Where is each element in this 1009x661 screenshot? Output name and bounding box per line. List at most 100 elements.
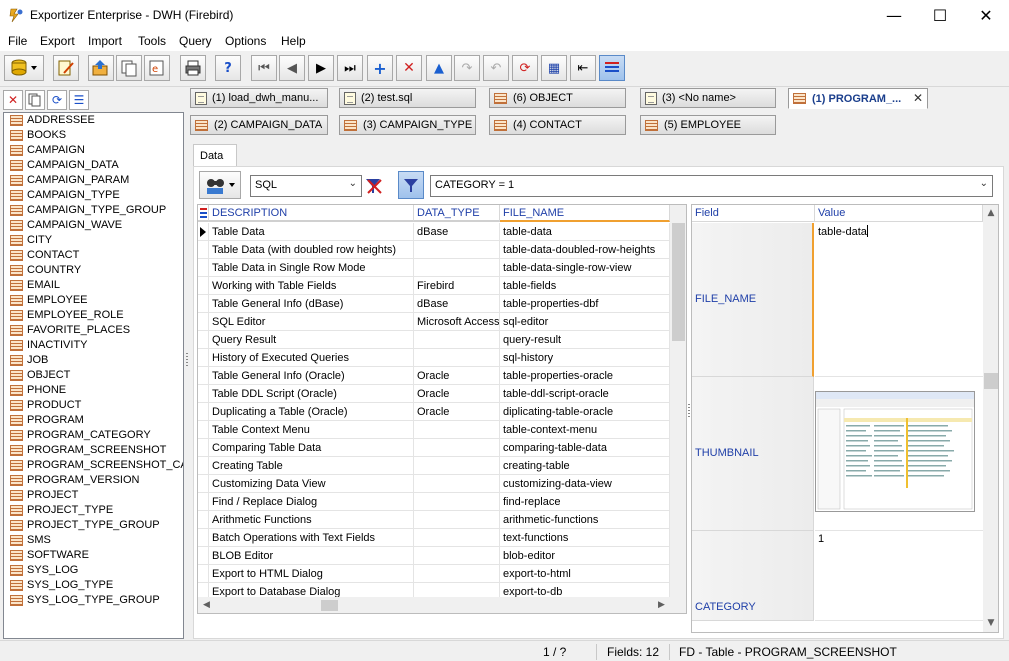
- tab-document[interactable]: (2) test.sql: [339, 88, 476, 108]
- tab-document[interactable]: (3) <No name>: [640, 88, 776, 108]
- table-cell[interactable]: History of Executed Queries: [209, 349, 414, 367]
- table-cell[interactable]: [414, 331, 500, 349]
- tab-data[interactable]: Data: [193, 144, 237, 166]
- table-row[interactable]: Creating Table creating-table: [198, 457, 670, 475]
- left-splitter[interactable]: [184, 88, 190, 639]
- fit-columns-button[interactable]: ⇤: [570, 55, 596, 81]
- delete-record-button[interactable]: ✕: [396, 55, 422, 81]
- detail-vscroll-thumb[interactable]: [984, 373, 998, 389]
- table-row[interactable]: Batch Operations with Text Fields text-fu…: [198, 529, 670, 547]
- row-indicator[interactable]: [198, 529, 209, 547]
- table-list-item[interactable]: CONTACT: [4, 248, 183, 263]
- first-record-button[interactable]: ⏮: [251, 55, 277, 81]
- table-list-item[interactable]: CAMPAIGN_WAVE: [4, 218, 183, 233]
- table-list-item[interactable]: PROGRAM_SCREENSHOT: [4, 443, 183, 458]
- table-row[interactable]: Table Data in Single Row Mode table-data-…: [198, 259, 670, 277]
- row-indicator[interactable]: [198, 367, 209, 385]
- row-indicator[interactable]: [198, 511, 209, 529]
- table-row[interactable]: Comparing Table Data comparing-table-data: [198, 439, 670, 457]
- table-cell[interactable]: [414, 259, 500, 277]
- table-cell[interactable]: Oracle: [414, 385, 500, 403]
- table-row[interactable]: History of Executed Queries sql-history: [198, 349, 670, 367]
- close-tab-icon[interactable]: ✕: [913, 91, 923, 105]
- table-cell[interactable]: Comparing Table Data: [209, 439, 414, 457]
- edit-record-button[interactable]: ▲: [426, 55, 452, 81]
- table-list-item[interactable]: PROGRAM_SCREENSHOT_CATE: [4, 458, 183, 473]
- table-list-item[interactable]: CITY: [4, 233, 183, 248]
- table-row[interactable]: Table Data dBase table-data: [198, 223, 670, 241]
- table-list-item[interactable]: FAVORITE_PLACES: [4, 323, 183, 338]
- next-record-button[interactable]: ▶: [308, 55, 334, 81]
- table-row[interactable]: Customizing Data View customizing-data-vi…: [198, 475, 670, 493]
- edit-button[interactable]: [53, 55, 79, 81]
- column-header-file-name[interactable]: FILE_NAME: [500, 205, 670, 222]
- table-row[interactable]: Table General Info (Oracle) Oracle table-p…: [198, 367, 670, 385]
- last-record-button[interactable]: ⏭: [337, 55, 363, 81]
- row-indicator[interactable]: [198, 313, 209, 331]
- row-indicator[interactable]: [198, 223, 209, 241]
- grid-hscroll-thumb[interactable]: [321, 600, 338, 611]
- table-cell[interactable]: Table DDL Script (Oracle): [209, 385, 414, 403]
- table-cell[interactable]: find-replace: [500, 493, 670, 511]
- table-cell[interactable]: [414, 565, 500, 583]
- scroll-up-icon[interactable]: ▲: [983, 208, 998, 218]
- table-cell[interactable]: Batch Operations with Text Fields: [209, 529, 414, 547]
- table-list-item[interactable]: OBJECT: [4, 368, 183, 383]
- help-icon[interactable]: ?: [215, 55, 241, 81]
- table-cell[interactable]: Oracle: [414, 367, 500, 385]
- table-cell[interactable]: Working with Table Fields: [209, 277, 414, 295]
- table-cell[interactable]: export-to-html: [500, 565, 670, 583]
- table-list-item[interactable]: JOB: [4, 353, 183, 368]
- table-cell[interactable]: dBase: [414, 223, 500, 241]
- row-indicator[interactable]: [198, 259, 209, 277]
- grid-vscroll-thumb[interactable]: [672, 223, 685, 341]
- grid-vertical-scrollbar[interactable]: [670, 205, 686, 613]
- close-window-button[interactable]: ✕: [963, 0, 1009, 31]
- table-list-item[interactable]: ADDRESSEE: [4, 113, 183, 128]
- table-cell[interactable]: Oracle: [414, 403, 500, 421]
- table-cell[interactable]: arithmetic-functions: [500, 511, 670, 529]
- row-indicator[interactable]: [198, 295, 209, 313]
- table-cell[interactable]: [414, 547, 500, 565]
- close-table-icon[interactable]: ✕: [3, 90, 23, 110]
- table-row[interactable]: Table General Info (dBase) dBase table-pro…: [198, 295, 670, 313]
- table-cell[interactable]: table-context-menu: [500, 421, 670, 439]
- table-cell[interactable]: Microsoft Access: [414, 313, 500, 331]
- table-list-item[interactable]: PHONE: [4, 383, 183, 398]
- maximize-button[interactable]: ☐: [917, 0, 963, 31]
- filter-mode-select[interactable]: SQL ⌄: [250, 175, 362, 197]
- table-cell[interactable]: table-data: [500, 223, 670, 241]
- table-cell[interactable]: Arithmetic Functions: [209, 511, 414, 529]
- table-cell[interactable]: BLOB Editor: [209, 547, 414, 565]
- table-list-item[interactable]: BOOKS: [4, 128, 183, 143]
- tab-document[interactable]: (4) CONTACT: [489, 115, 626, 135]
- menu-options[interactable]: Options: [225, 34, 266, 48]
- cancel-edit-button[interactable]: ↶: [483, 55, 509, 81]
- table-cell[interactable]: table-properties-dbf: [500, 295, 670, 313]
- clear-filter-icon[interactable]: [364, 176, 384, 196]
- detail-vertical-scrollbar[interactable]: ▲ ▼: [983, 205, 998, 632]
- table-cell[interactable]: dBase: [414, 295, 500, 313]
- tab-document[interactable]: (2) CAMPAIGN_DATA: [190, 115, 328, 135]
- table-list-item[interactable]: PROGRAM: [4, 413, 183, 428]
- list-view-icon[interactable]: ☰: [69, 90, 89, 110]
- table-row[interactable]: Find / Replace Dialog find-replace: [198, 493, 670, 511]
- tab-document[interactable]: (6) OBJECT: [489, 88, 626, 108]
- menu-query[interactable]: Query: [179, 34, 212, 48]
- export-html-button[interactable]: e: [144, 55, 170, 81]
- table-cell[interactable]: table-properties-oracle: [500, 367, 670, 385]
- row-indicator[interactable]: [198, 565, 209, 583]
- table-list-item[interactable]: PRODUCT: [4, 398, 183, 413]
- filter-icon[interactable]: [398, 171, 424, 199]
- table-cell[interactable]: Duplicating a Table (Oracle): [209, 403, 414, 421]
- row-indicator[interactable]: [198, 475, 209, 493]
- row-indicator[interactable]: [198, 349, 209, 367]
- copy-list-icon[interactable]: [25, 90, 45, 110]
- tab-document[interactable]: (1) PROGRAM_... ✕: [788, 88, 928, 109]
- tab-document[interactable]: (1) load_dwh_manu...: [190, 88, 328, 108]
- tab-document[interactable]: (5) EMPLOYEE: [640, 115, 776, 135]
- table-list-item[interactable]: PROJECT_TYPE_GROUP: [4, 518, 183, 533]
- table-cell[interactable]: table-data-doubled-row-heights: [500, 241, 670, 259]
- detail-value-file-name[interactable]: table-data: [815, 223, 983, 377]
- table-cell[interactable]: Table Data: [209, 223, 414, 241]
